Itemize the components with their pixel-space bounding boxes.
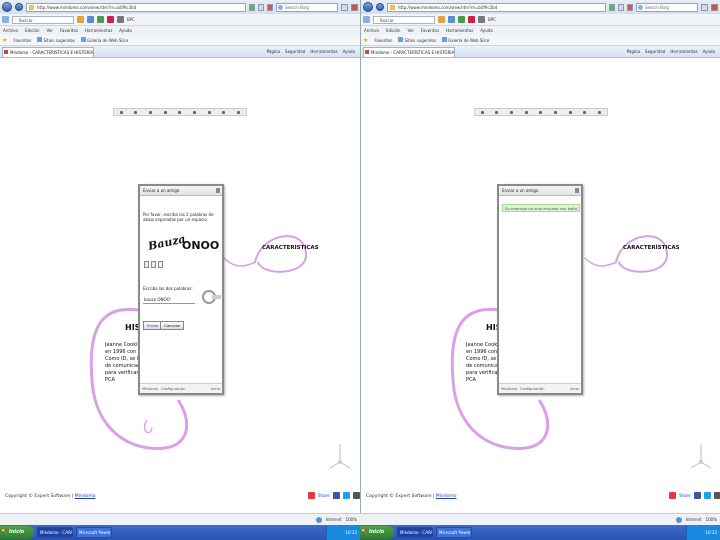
share-link[interactable]: Share <box>318 493 330 498</box>
captcha-controls <box>144 261 163 268</box>
connector-curl <box>143 419 153 434</box>
connector-line <box>223 257 257 267</box>
share-bar: Share <box>669 492 720 499</box>
dialog-title: Enviar a un amigo <box>499 186 581 196</box>
footer-link[interactable]: Mindomo <box>436 494 457 499</box>
characteristics-bubble <box>615 235 669 273</box>
share-icon[interactable] <box>669 492 676 499</box>
node-caracteristicas[interactable]: CARACTERÍSTICAS <box>623 245 680 251</box>
share-icon[interactable] <box>308 492 315 499</box>
email-icon[interactable] <box>352 492 360 499</box>
footer-config-link[interactable]: Configuración <box>520 387 544 391</box>
browser-window-right: http://www.mindomo.com/view.htm?m=b0f9c3… <box>360 0 720 513</box>
share-bar: Share <box>308 492 360 499</box>
taskbar-left: Inicio Mindomo - CARACTE... Microsoft Po… <box>0 525 360 540</box>
tray-clock: 10:35 <box>326 525 360 540</box>
browser-window-left: http://www.mindomo.com/view.htm?m=b0f9c3… <box>0 0 360 513</box>
captcha-help-icon[interactable] <box>158 261 163 268</box>
taskbar: Inicio Mindomo - CARACTE... Microsoft Po… <box>0 525 720 540</box>
dialog-footer: Mindomo Configuración Inicio <box>140 383 222 393</box>
captcha-input-label: Escriba las dos palabras: <box>143 286 193 291</box>
task-browser[interactable]: Mindomo - CARACTE... <box>37 527 73 538</box>
captcha-image: Bauza ONOO' <box>146 232 220 253</box>
zoom-level[interactable]: 100% <box>706 517 717 522</box>
start-button[interactable]: Inicio <box>360 526 394 539</box>
send-to-friend-dialog: Enviar a un amigo Por favor, escriba las… <box>138 184 224 395</box>
status-bar-right: Internet 100% <box>360 514 720 526</box>
footer-mindomo-link[interactable]: Mindomo <box>501 387 517 391</box>
status-bar: Internet 100% Internet 100% <box>0 513 720 525</box>
status-zone: Internet <box>685 517 702 522</box>
twitter-icon[interactable] <box>703 492 711 499</box>
page-footer: Copyright © Expert Software | Mindomo <box>5 494 96 499</box>
captcha-prompt: Por favor, escriba las 2 palabras de aba… <box>143 212 214 222</box>
share-link[interactable]: Share <box>679 493 691 498</box>
captcha-input[interactable] <box>143 296 195 304</box>
connector-line <box>584 257 618 267</box>
start-button[interactable]: Inicio <box>0 526 34 539</box>
page-footer: Copyright © Expert Software | Mindomo <box>366 494 457 499</box>
footer-link[interactable]: Mindomo <box>75 494 96 499</box>
task-powerpoint[interactable]: Microsoft PowerPoint... <box>436 527 472 538</box>
facebook-icon[interactable] <box>693 492 701 499</box>
status-bar-left: Internet 100% <box>0 514 360 526</box>
footer-config-link[interactable]: Configuración <box>161 387 185 391</box>
zoom-level[interactable]: 100% <box>346 517 357 522</box>
footer-home-link[interactable]: Inicio <box>211 387 220 391</box>
captcha-refresh-icon[interactable] <box>144 261 149 268</box>
captcha-word-2: ONOO' <box>182 239 220 252</box>
dialog-title: Enviar a un amigo <box>140 186 222 196</box>
taskbar-right: Inicio Mindomo - CARACTE... Microsoft Po… <box>360 525 720 540</box>
dialog-close-icon[interactable] <box>216 188 220 193</box>
dialog-close-icon[interactable] <box>575 188 579 193</box>
send-to-friend-dialog-success: Enviar a un amigo Su mensaje ha sido env… <box>497 184 583 395</box>
cancel-button[interactable]: Cancelar <box>160 321 185 330</box>
recaptcha-logo-icon <box>202 290 221 304</box>
task-powerpoint[interactable]: Microsoft PowerPoint... <box>76 527 112 538</box>
globe-icon <box>675 516 682 523</box>
tray-clock: 10:35 <box>686 525 720 540</box>
captcha-audio-icon[interactable] <box>151 261 156 268</box>
globe-icon <box>315 516 322 523</box>
email-icon[interactable] <box>713 492 720 499</box>
task-browser[interactable]: Mindomo - CARACTE... <box>397 527 433 538</box>
captcha-word-1: Bauza <box>146 232 187 253</box>
characteristics-bubble <box>254 235 308 273</box>
mindomo-logo <box>690 444 712 469</box>
status-zone: Internet <box>325 517 342 522</box>
footer-home-link[interactable]: Inicio <box>570 387 579 391</box>
facebook-icon[interactable] <box>332 492 340 499</box>
success-message: Su mensaje ha sido enviado con éxito. <box>502 204 580 212</box>
footer-mindomo-link[interactable]: Mindomo <box>142 387 158 391</box>
mindomo-logo <box>329 444 351 469</box>
node-caracteristicas[interactable]: CARACTERÍSTICAS <box>262 245 319 251</box>
dialog-footer: Mindomo Configuración Inicio <box>499 383 581 393</box>
twitter-icon[interactable] <box>342 492 350 499</box>
